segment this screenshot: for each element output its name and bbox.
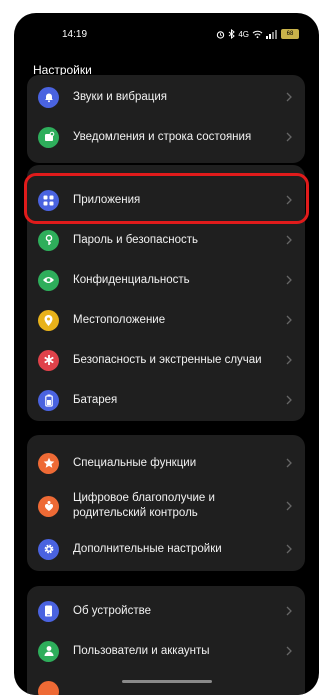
settings-item-label: Безопасность и экстренные случаи xyxy=(73,353,262,366)
home-indicator[interactable] xyxy=(122,680,212,683)
chevron-right-icon xyxy=(286,606,292,616)
settings-item-notifications[interactable]: Уведомления и строка состояния xyxy=(27,117,305,157)
settings-item-label: Об устройстве xyxy=(73,604,151,617)
chevron-right-icon xyxy=(286,132,292,142)
settings-item-users[interactable]: Пользователи и аккаунты xyxy=(27,631,305,671)
eye-icon xyxy=(38,269,59,291)
settings-item-label: Батарея xyxy=(73,393,118,406)
phone-screen: 14:19 4G 68 Настройки Звуки и вибрация У… xyxy=(14,13,319,695)
settings-item-password[interactable]: Пароль и безопасность xyxy=(27,220,305,260)
settings-item-battery[interactable]: Батарея xyxy=(27,380,305,420)
alarm-icon xyxy=(217,30,225,39)
settings-item-partial[interactable] xyxy=(27,671,305,695)
settings-item-privacy[interactable]: Конфиденциальность xyxy=(27,260,305,300)
settings-item-accessibility[interactable]: Специальные функции xyxy=(27,443,305,483)
settings-item-label: Звуки и вибрация xyxy=(73,90,167,103)
key-icon xyxy=(38,229,59,251)
chevron-right-icon xyxy=(286,501,292,511)
settings-item-label: Дополнительные настройки xyxy=(73,542,222,555)
status-icons: 4G 68 xyxy=(216,28,299,40)
settings-item-label: Уведомления и строка состояния xyxy=(73,130,252,143)
star-icon xyxy=(38,452,59,474)
settings-item-about[interactable]: Об устройстве xyxy=(27,591,305,631)
settings-item-label: Пользователи и аккаунты xyxy=(73,644,210,657)
location-icon xyxy=(38,309,59,331)
settings-item-label: Специальные функции xyxy=(73,456,197,469)
chevron-right-icon xyxy=(286,235,292,245)
partial-item-icon xyxy=(38,680,59,695)
highlight-box xyxy=(24,173,309,224)
bell-icon xyxy=(38,86,59,108)
chevron-right-icon xyxy=(286,355,292,365)
settings-item-label: Цифровое благополучие и родительский кон… xyxy=(73,492,215,519)
chevron-right-icon xyxy=(286,458,292,468)
settings-item-label: Конфиденциальность xyxy=(73,273,190,286)
gear-icon xyxy=(38,538,59,560)
chevron-right-icon xyxy=(286,395,292,405)
settings-card-sound: Звуки и вибрация Уведомления и строка со… xyxy=(27,75,305,163)
settings-card-special: Специальные функции Цифровое благополучи… xyxy=(27,435,305,571)
phone-icon xyxy=(38,600,59,622)
chevron-right-icon xyxy=(286,275,292,285)
settings-item-wellbeing[interactable]: Цифровое благополучие и родительский кон… xyxy=(27,483,305,529)
chevron-right-icon xyxy=(286,646,292,656)
settings-item-additional[interactable]: Дополнительные настройки xyxy=(27,529,305,569)
settings-item-location[interactable]: Местоположение xyxy=(27,300,305,340)
network-type: 4G xyxy=(238,29,249,39)
user-icon xyxy=(38,640,59,662)
wifi-icon xyxy=(252,30,263,38)
settings-item-sounds[interactable]: Звуки и вибрация xyxy=(27,77,305,117)
notification-icon xyxy=(38,126,59,148)
wellbeing-icon xyxy=(38,495,59,517)
status-time: 14:19 xyxy=(62,29,88,40)
chevron-right-icon xyxy=(286,92,292,102)
settings-item-emergency[interactable]: Безопасность и экстренные случаи xyxy=(27,340,305,380)
chevron-right-icon xyxy=(286,544,292,554)
signal-icon xyxy=(266,29,277,39)
emergency-icon xyxy=(38,349,59,371)
battery-indicator: 68 xyxy=(281,29,299,39)
settings-item-label: Пароль и безопасность xyxy=(73,233,198,246)
chevron-right-icon xyxy=(286,315,292,325)
settings-item-label: Местоположение xyxy=(73,313,166,326)
battery-icon xyxy=(38,389,59,411)
status-bar: 14:19 4G 68 xyxy=(14,13,319,53)
bluetooth-icon xyxy=(229,29,236,39)
settings-card-device: Об устройстве Пользователи и аккаунты xyxy=(27,586,305,695)
